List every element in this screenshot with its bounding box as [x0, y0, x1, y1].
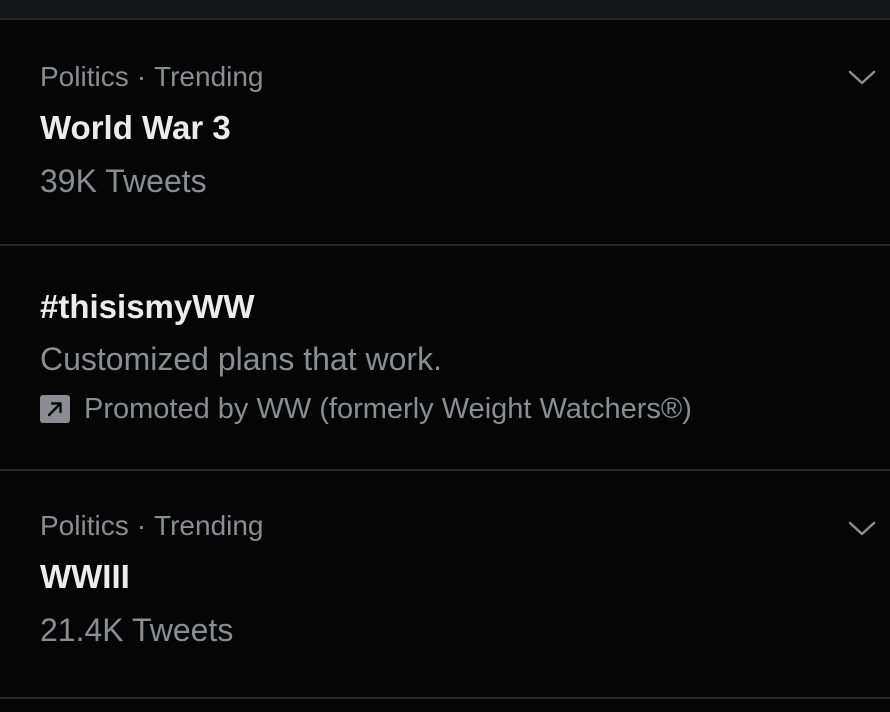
trend-title: WWIII [40, 558, 130, 595]
promoted-trend-item[interactable]: #thisismyWW Customized plans that work. … [0, 246, 890, 471]
promoted-description: Customized plans that work. [40, 341, 442, 377]
trend-item[interactable]: Politics · Trending World War 3 39K Tweets [0, 20, 890, 246]
trend-status: Trending [154, 61, 264, 92]
promoted-label: Promoted by WW (formerly Weight Watchers… [40, 391, 890, 427]
promoted-by-text: Promoted by WW (formerly Weight Watchers… [84, 393, 692, 425]
promoted-arrow-icon [40, 395, 70, 423]
meta-separator: · [136, 510, 147, 541]
trend-category: Politics [40, 61, 129, 92]
trends-feed: Politics · Trending World War 3 39K Tweets… [0, 20, 890, 699]
chevron-down-icon[interactable] [848, 521, 876, 537]
promoted-title: #thisismyWW [40, 288, 255, 325]
meta-separator: · [136, 61, 147, 92]
trend-category: Politics [40, 510, 129, 541]
trend-item[interactable]: Politics · Trending WWIII 21.4K Tweets [0, 471, 890, 699]
trend-meta: Politics · Trending [40, 509, 890, 543]
trend-title: World War 3 [40, 109, 231, 146]
tweet-count: 21.4K Tweets [40, 612, 234, 648]
top-bar [0, 0, 890, 20]
tweet-count: 39K Tweets [40, 163, 207, 199]
trend-status: Trending [154, 510, 264, 541]
chevron-down-icon[interactable] [848, 70, 876, 86]
trend-meta: Politics · Trending [40, 60, 890, 94]
